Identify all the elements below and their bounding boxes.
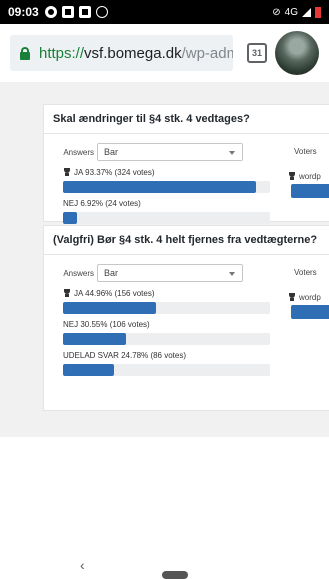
square-app-icon xyxy=(78,6,91,18)
back-button[interactable]: ‹ xyxy=(80,557,85,573)
poll-card: (Valgfri) Bør §4 stk. 4 helt fjernes fra… xyxy=(43,225,329,411)
select-value: Bar xyxy=(104,268,119,278)
voter-bar xyxy=(291,184,329,198)
voter-bar xyxy=(291,305,329,319)
poll-question: Skal ændringer til §4 stk. 4 vedtages? xyxy=(44,105,329,134)
chart-type-select[interactable]: Bar xyxy=(97,143,243,161)
answers-row: Answers Bar xyxy=(63,263,329,283)
answer-label: JA 44.96% (156 votes) xyxy=(74,288,155,298)
answers-row: Answers Bar xyxy=(63,142,329,162)
voter-item[interactable]: wordp xyxy=(288,172,321,181)
answer-bar-track xyxy=(63,364,270,376)
system-nav-bar: ‹ xyxy=(0,555,329,579)
camera-app-icon xyxy=(44,6,57,18)
lock-icon xyxy=(20,46,30,60)
poll-question: (Valgfri) Bør §4 stk. 4 helt fjernes fra… xyxy=(44,226,329,255)
signal-icon xyxy=(302,7,311,17)
profile-avatar[interactable] xyxy=(275,31,319,75)
url-host: vsf.bomega.dk xyxy=(84,44,182,62)
trophy-icon xyxy=(63,288,71,298)
answer-label-row: NEJ 6.92% (24 votes) xyxy=(63,197,329,209)
answer-bar-track xyxy=(63,333,270,345)
chevron-down-icon xyxy=(229,151,235,155)
trophy-icon xyxy=(288,293,296,302)
answer-label: JA 93.37% (324 votes) xyxy=(74,167,155,177)
voters-label: Voters xyxy=(294,268,317,277)
poll-body: Answers Bar Voters wordp JA 93.37% (324 … xyxy=(44,134,329,234)
answer-item: UDELAD SVAR 24.78% (86 votes) xyxy=(63,349,329,376)
status-bar: 09:03 ⊘ 4G xyxy=(0,0,329,24)
answer-bar-fill xyxy=(63,333,127,345)
mute-icon: ⊘ xyxy=(272,6,281,18)
voter-name: wordp xyxy=(299,172,321,181)
select-value: Bar xyxy=(104,147,119,157)
status-time: 09:03 xyxy=(8,5,39,19)
answers-label: Answers xyxy=(63,268,94,278)
messenger-icon xyxy=(95,6,108,18)
answer-label: NEJ 6.92% (24 votes) xyxy=(63,198,141,208)
network-type: 4G xyxy=(284,6,298,18)
square-app-icon xyxy=(61,6,74,18)
answer-label: NEJ 30.55% (106 votes) xyxy=(63,319,150,329)
answer-bar-track xyxy=(63,302,270,314)
poll-card: Skal ændringer til §4 stk. 4 vedtages? A… xyxy=(43,104,329,224)
answer-bar-fill xyxy=(63,302,157,314)
browser-toolbar: https://vsf.bomega.dk/wp-admir 31 xyxy=(0,24,329,82)
poll-body: Answers Bar Voters wordp JA 44.96% (156 … xyxy=(44,255,329,386)
home-button[interactable] xyxy=(162,571,188,579)
page-content: Skal ændringer til §4 stk. 4 vedtages? A… xyxy=(0,82,329,437)
answers-label: Answers xyxy=(63,147,94,157)
answer-bar-fill xyxy=(63,212,78,224)
url-path: /wp-admir xyxy=(181,44,233,62)
answer-bar-track xyxy=(63,212,270,224)
chart-type-select[interactable]: Bar xyxy=(97,264,243,282)
answer-bar-fill xyxy=(63,181,257,193)
chevron-down-icon xyxy=(229,272,235,276)
trophy-icon xyxy=(288,172,296,181)
answer-label-row: UDELAD SVAR 24.78% (86 votes) xyxy=(63,349,329,361)
battery-icon xyxy=(315,6,321,18)
answer-item: NEJ 30.55% (106 votes) xyxy=(63,318,329,345)
voter-item[interactable]: wordp xyxy=(288,293,321,302)
answer-bar-fill xyxy=(63,364,115,376)
answer-bar-track xyxy=(63,181,270,193)
tab-switcher-button[interactable]: 31 xyxy=(247,43,267,63)
trophy-icon xyxy=(63,167,71,177)
answer-label-row: NEJ 30.55% (106 votes) xyxy=(63,318,329,330)
status-right: ⊘ 4G xyxy=(272,6,321,18)
voter-name: wordp xyxy=(299,293,321,302)
answer-label: UDELAD SVAR 24.78% (86 votes) xyxy=(63,350,187,360)
voters-label: Voters xyxy=(294,147,317,156)
address-bar[interactable]: https://vsf.bomega.dk/wp-admir xyxy=(10,35,233,71)
answer-item: NEJ 6.92% (24 votes) xyxy=(63,197,329,224)
url-protocol: https:// xyxy=(39,44,85,62)
